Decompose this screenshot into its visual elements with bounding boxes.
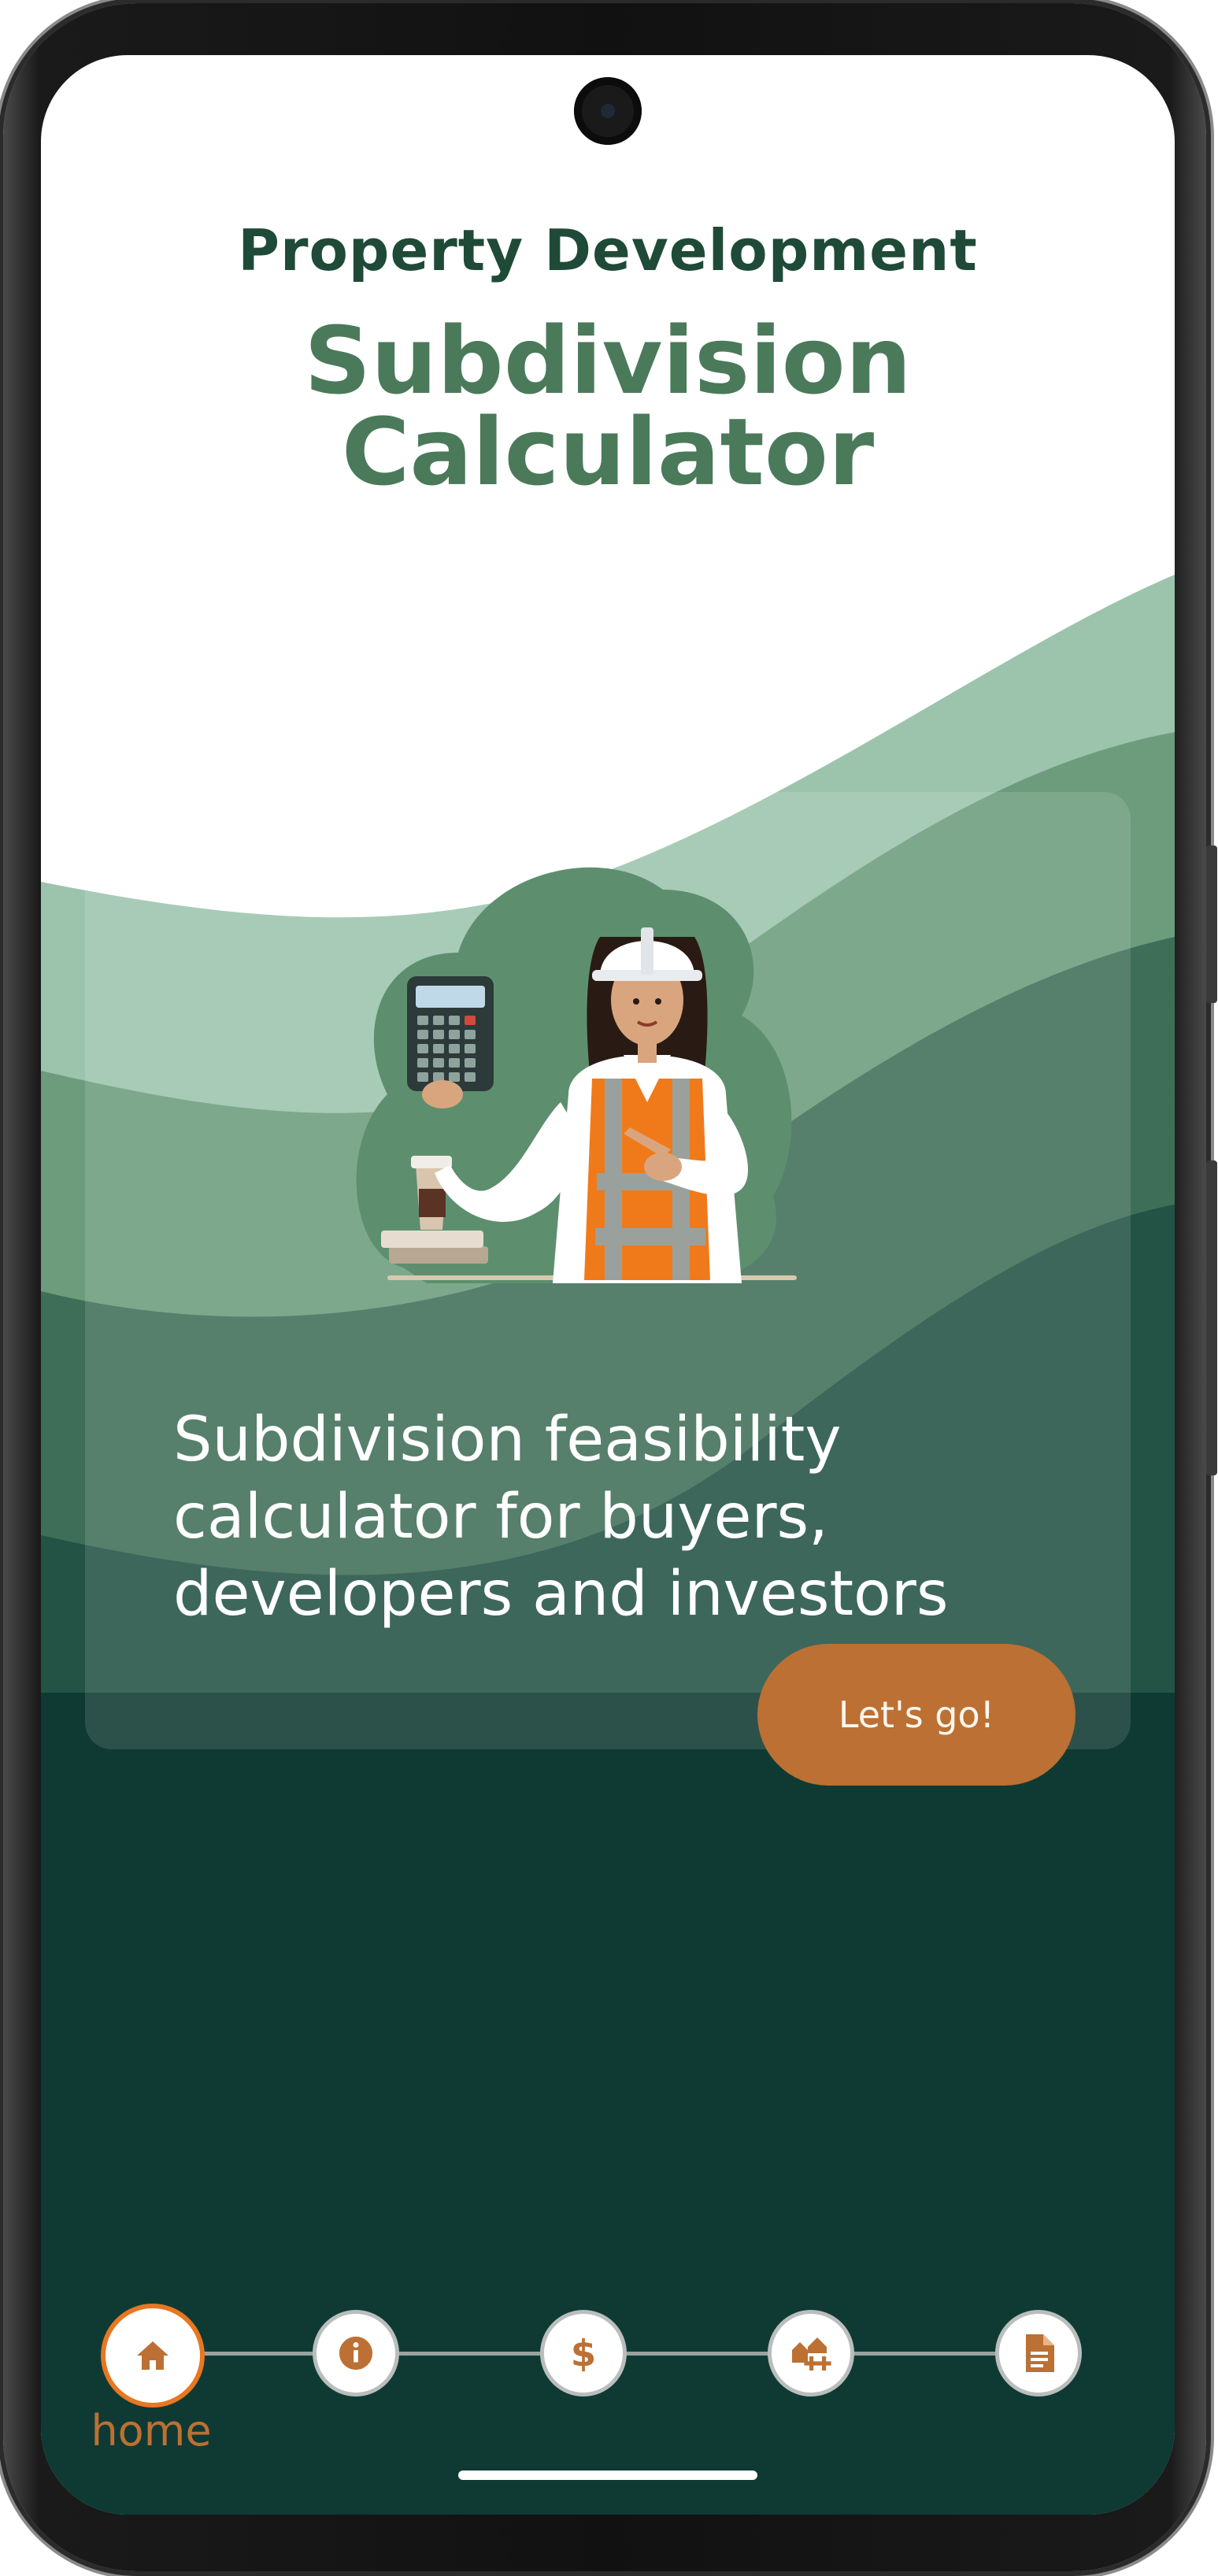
info-icon <box>339 2336 373 2371</box>
home-icon <box>137 2341 168 2370</box>
phone-frame: Property Development Subdivision Calcula… <box>3 3 1217 2571</box>
power-button <box>1206 1160 1217 1475</box>
step-home-label: home <box>91 2406 212 2456</box>
tagline-line-2: calculator for buyers, <box>173 1482 828 1553</box>
step-report[interactable] <box>995 2310 1082 2396</box>
app-screen: Property Development Subdivision Calcula… <box>41 55 1175 2515</box>
home-indicator[interactable] <box>458 2471 757 2480</box>
lets-go-button[interactable]: Let's go! <box>757 1644 1075 1786</box>
page-subtitle: Property Development <box>238 217 978 283</box>
tagline-line-3: developers and investors <box>173 1559 949 1630</box>
svg-text:$: $ <box>571 2334 596 2374</box>
volume-button <box>1206 846 1217 1003</box>
document-icon <box>1026 2334 1054 2372</box>
title-line-1: Subdivision <box>304 306 912 415</box>
step-subdivide[interactable] <box>768 2310 854 2396</box>
tagline: Subdivision feasibility calculator for b… <box>173 1401 1102 1633</box>
tagline-line-1: Subdivision feasibility <box>173 1405 842 1475</box>
title-line-2: Calculator <box>341 398 875 506</box>
front-camera <box>574 77 642 145</box>
step-info[interactable] <box>313 2310 399 2396</box>
dollar-icon: $ <box>571 2334 596 2374</box>
page-title: Subdivision Calculator <box>41 306 1175 506</box>
step-costs[interactable]: $ <box>540 2310 627 2396</box>
houses-plus-icon <box>792 2337 831 2371</box>
step-home[interactable] <box>101 2304 205 2408</box>
engineer-illustration <box>356 867 797 1283</box>
